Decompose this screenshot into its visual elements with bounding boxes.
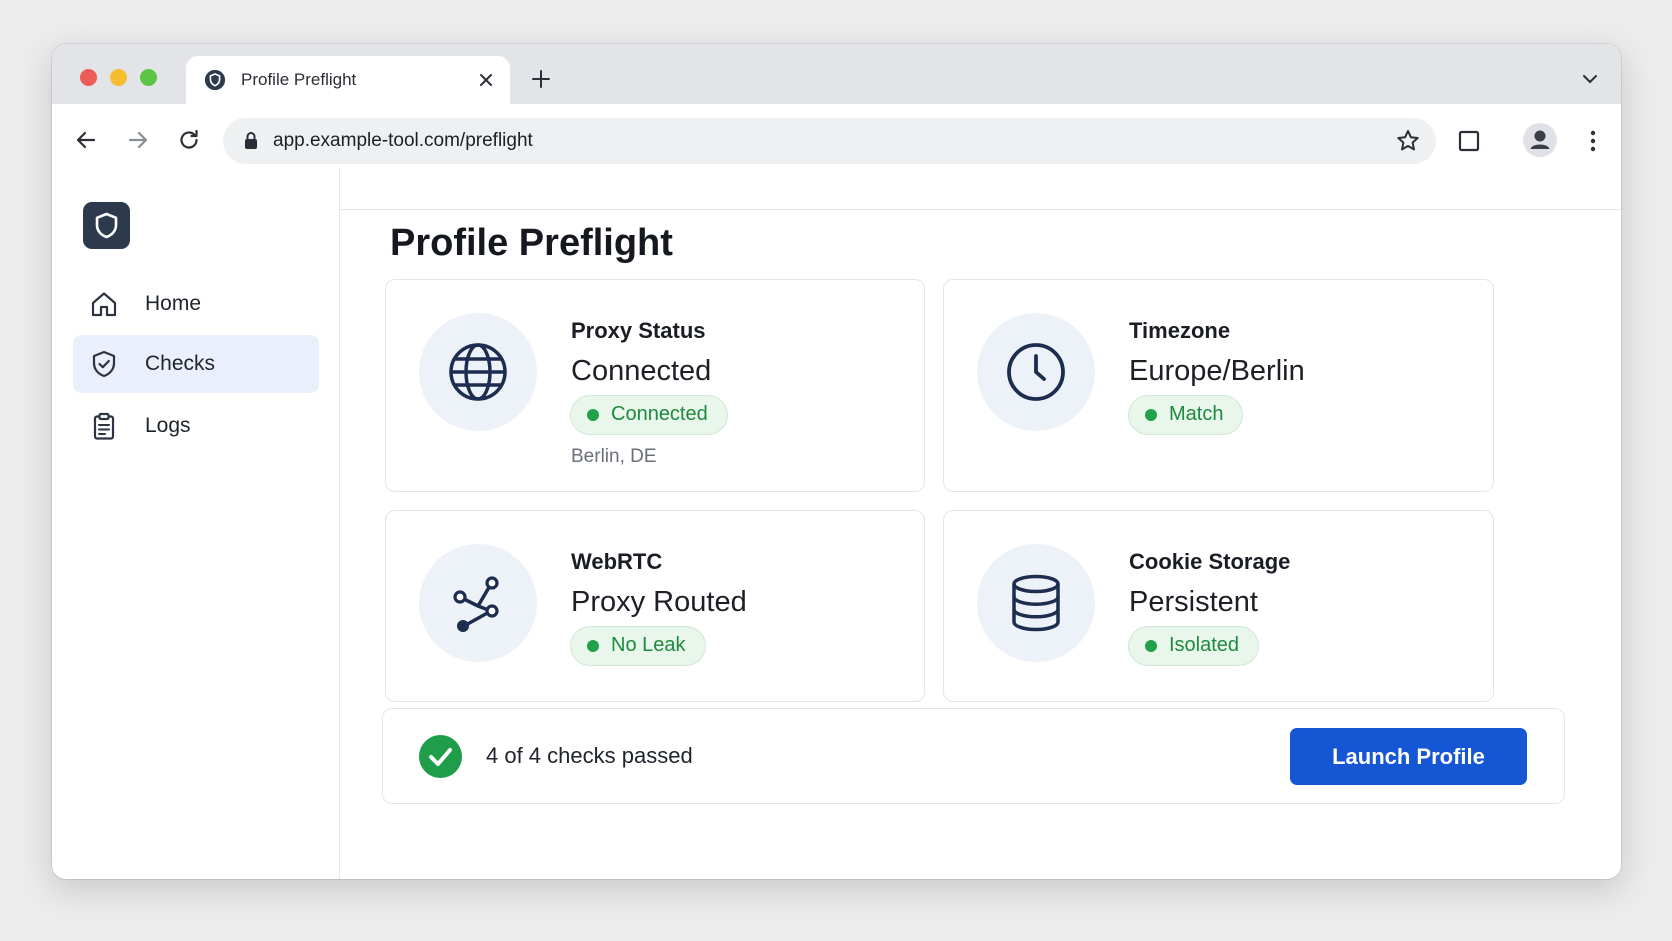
card-label: Timezone xyxy=(1129,318,1231,343)
forward-arrow-icon[interactable] xyxy=(124,126,152,154)
card-icon-bg xyxy=(977,544,1095,662)
sidebar-item-logs[interactable]: Logs xyxy=(73,397,319,455)
back-arrow-icon[interactable] xyxy=(72,126,100,154)
maximize-window-button[interactable] xyxy=(140,69,157,86)
url-text[interactable]: app.example-tool.com/preflight xyxy=(273,130,533,152)
check-circle-icon xyxy=(419,735,462,778)
status-badge: Connected xyxy=(570,395,728,435)
new-tab-icon[interactable] xyxy=(530,68,552,90)
tab-strip: Profile Preflight xyxy=(52,44,1621,105)
badge-text: No Leak xyxy=(611,634,686,656)
card-label: WebRTC xyxy=(571,549,663,574)
card-label: Cookie Storage xyxy=(1129,549,1291,574)
card-label: Proxy Status xyxy=(571,318,706,343)
timezone-card: Timezone Europe/Berlin Match xyxy=(943,279,1494,492)
card-value: Connected xyxy=(571,355,712,387)
cookie-storage-card: Cookie Storage Persistent Isolated xyxy=(943,510,1494,702)
minimize-window-button[interactable] xyxy=(110,69,127,86)
status-dot xyxy=(1145,409,1157,421)
shield-check-icon xyxy=(92,350,116,378)
lock-icon xyxy=(245,132,257,149)
clock-icon xyxy=(1007,343,1065,401)
page-title: Profile Preflight xyxy=(390,222,673,264)
clipboard-icon xyxy=(93,412,115,440)
status-dot xyxy=(1145,640,1157,652)
shield-logo-icon xyxy=(95,212,118,239)
card-icon-bg xyxy=(419,544,537,662)
proxy-status-card: Proxy Status Connected Connected Berlin,… xyxy=(385,279,925,492)
bookmark-star-icon[interactable] xyxy=(1394,127,1422,155)
card-value: Europe/Berlin xyxy=(1129,355,1305,387)
webrtc-card: WebRTC Proxy Routed No Leak xyxy=(385,510,925,702)
status-badge: Isolated xyxy=(1128,626,1260,666)
chevron-down-icon[interactable] xyxy=(1581,70,1599,88)
shield-favicon-icon xyxy=(204,69,226,91)
sidebar-item-label: Logs xyxy=(145,414,191,437)
card-value: Persistent xyxy=(1129,586,1258,618)
tab-title: Profile Preflight xyxy=(241,70,357,89)
sidebar-item-label: Checks xyxy=(145,352,216,375)
sidebar-item-home[interactable]: Home xyxy=(73,275,319,333)
share-nodes-icon xyxy=(453,576,499,632)
app-logo xyxy=(83,202,130,249)
tab-profile-preflight[interactable]: Profile Preflight xyxy=(186,56,510,105)
checkmark-icon xyxy=(429,748,452,766)
database-icon xyxy=(1012,574,1060,632)
checks-summary: 4 of 4 checks passed Launch Profile xyxy=(382,708,1565,804)
badge-text: Match xyxy=(1169,403,1224,425)
card-value: Proxy Routed xyxy=(571,586,747,618)
card-icon-bg xyxy=(419,313,537,431)
avatar[interactable] xyxy=(1522,122,1558,158)
more-vertical-icon[interactable] xyxy=(1578,126,1608,156)
sidebar-item-checks[interactable]: Checks xyxy=(73,335,319,393)
window-icon[interactable] xyxy=(1454,126,1484,156)
close-window-button[interactable] xyxy=(80,69,97,86)
launch-profile-button[interactable]: Launch Profile xyxy=(1290,728,1527,785)
address-bar[interactable]: app.example-tool.com/preflight xyxy=(223,118,1436,164)
close-icon[interactable] xyxy=(476,70,496,90)
home-icon xyxy=(91,292,117,317)
status-dot xyxy=(587,409,599,421)
globe-icon xyxy=(449,343,507,401)
summary-text: 4 of 4 checks passed xyxy=(486,743,693,768)
status-badge: Match xyxy=(1128,395,1244,435)
sidebar-item-label: Home xyxy=(145,292,202,315)
badge-text: Isolated xyxy=(1169,634,1240,656)
card-icon-bg xyxy=(977,313,1095,431)
badge-text: Connected xyxy=(611,403,708,425)
status-dot xyxy=(587,640,599,652)
reload-icon[interactable] xyxy=(175,126,203,154)
sidebar: Home Checks Logs xyxy=(52,168,340,879)
card-location: Berlin, DE xyxy=(571,446,657,467)
status-badge: No Leak xyxy=(570,626,706,666)
browser-window: Profile Preflight app.example-tool.com/p… xyxy=(52,44,1621,879)
